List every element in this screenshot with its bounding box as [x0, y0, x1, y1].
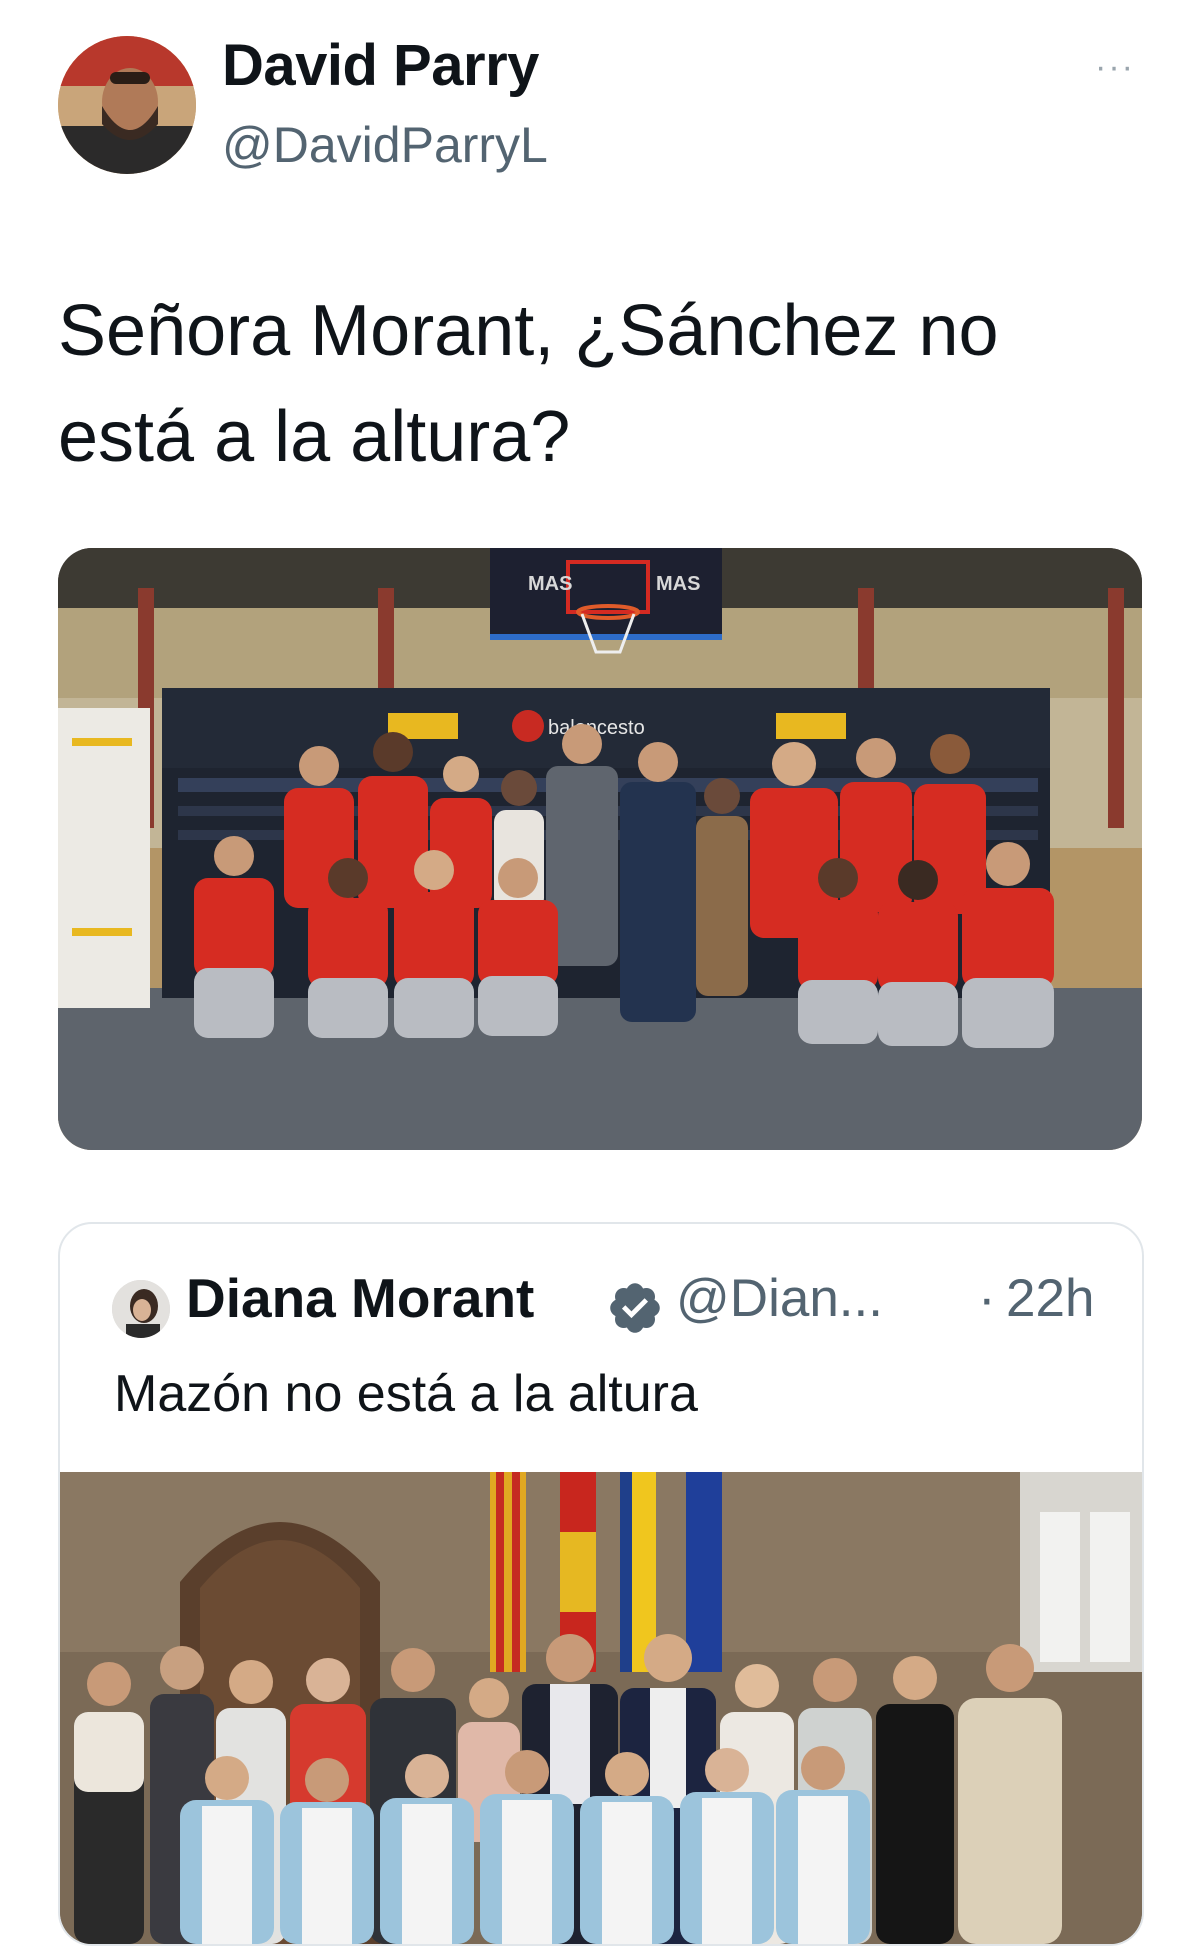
author-display-name[interactable]: David Parry — [222, 32, 539, 99]
verified-badge-icon — [610, 1283, 660, 1333]
quoted-avatar-photo — [112, 1280, 170, 1338]
backboard-text-right: MAS — [656, 573, 700, 595]
tweet: David Parry @DavidParryL ··· Señora Mora… — [0, 0, 1200, 1946]
quoted-author-handle[interactable]: @Dian... — [676, 1268, 883, 1329]
more-options-button[interactable]: ··· — [1090, 50, 1140, 84]
quoted-tweet-text: Mazón no está a la altura — [114, 1365, 698, 1423]
avatar-photo — [58, 36, 196, 174]
basketball-team-photo: MAS MAS baloncesto — [58, 548, 1142, 1150]
quoted-timestamp[interactable]: 22h — [1006, 1268, 1094, 1329]
quoted-tweet-photo[interactable] — [60, 1472, 1142, 1944]
quoted-tweet[interactable]: Diana Morant @Dian... · 22h Mazón no est… — [58, 1222, 1144, 1946]
quoted-author-avatar[interactable] — [112, 1280, 170, 1338]
author-handle[interactable]: @DavidParryL — [222, 116, 548, 174]
tweet-text: Señora Morant, ¿Sánchez no está a la alt… — [58, 291, 999, 477]
quoted-author-display-name[interactable]: Diana Morant — [186, 1266, 534, 1330]
tweet-photo[interactable]: MAS MAS baloncesto — [58, 548, 1142, 1150]
backboard-text-left: MAS — [528, 573, 572, 595]
gymnastics-team-photo — [60, 1472, 1142, 1944]
more-horizontal-icon: ··· — [1095, 48, 1135, 86]
author-avatar[interactable] — [58, 36, 196, 174]
meta-separator: · — [978, 1269, 996, 1328]
